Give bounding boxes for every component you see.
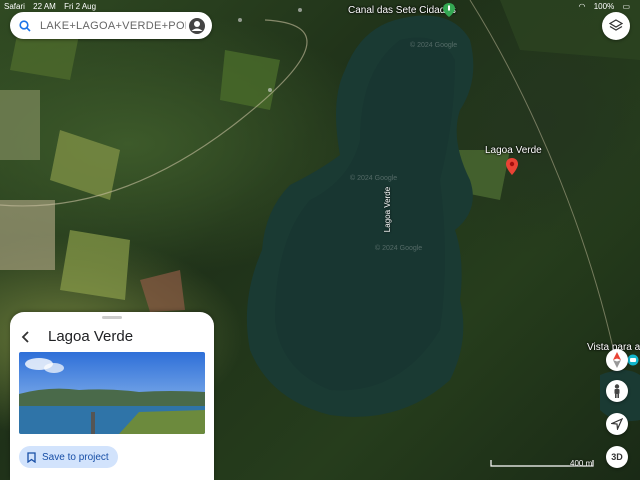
viewpoint-icon[interactable] xyxy=(627,354,639,366)
save-button-label: Save to project xyxy=(42,451,109,463)
status-bar: Safari 22 AM Fri 2 Aug ◠ 100% ▭ xyxy=(0,0,640,12)
my-location-button[interactable] xyxy=(606,413,628,435)
save-to-project-button[interactable]: Save to project xyxy=(19,446,118,468)
search-bar[interactable] xyxy=(10,12,212,39)
panel-title: Lagoa Verde xyxy=(48,328,134,345)
status-battery: 100% xyxy=(593,1,615,11)
lake-label: Lagoa Verde xyxy=(383,186,393,233)
search-input[interactable] xyxy=(38,18,188,33)
map-watermark: © 2024 Google xyxy=(410,42,458,49)
place-photo[interactable] xyxy=(19,352,205,434)
pegman-icon xyxy=(614,384,620,398)
search-icon[interactable] xyxy=(18,19,32,33)
wifi-icon: ◠ xyxy=(578,1,586,11)
compass-icon xyxy=(613,352,621,368)
account-icon[interactable] xyxy=(188,17,206,35)
poi-marker-icon[interactable] xyxy=(443,3,455,17)
place-panel[interactable]: Lagoa Verde Save to project xyxy=(10,312,214,480)
scale-label: 400 m xyxy=(570,459,593,468)
compass-button[interactable] xyxy=(606,349,628,371)
status-app: Safari xyxy=(4,1,25,11)
layers-icon xyxy=(609,19,623,31)
map-watermark: © 2024 Google xyxy=(375,245,423,252)
back-arrow-icon[interactable] xyxy=(18,329,34,345)
status-time: 22 AM xyxy=(33,1,56,11)
panel-drag-handle[interactable] xyxy=(102,316,122,319)
3d-toggle-button[interactable]: 3D xyxy=(606,446,628,468)
battery-icon: ▭ xyxy=(622,1,630,11)
layers-button[interactable] xyxy=(602,12,630,40)
poi-label-canal[interactable]: Canal das Sete Cidades xyxy=(348,5,456,16)
bookmark-icon xyxy=(27,451,36,463)
status-date: Fri 2 Aug xyxy=(64,1,97,11)
map-watermark: © 2024 Google xyxy=(350,175,398,182)
map-pin-icon[interactable] xyxy=(506,158,518,175)
pin-label[interactable]: Lagoa Verde xyxy=(485,145,542,156)
street-view-button[interactable] xyxy=(606,380,628,402)
my-location-icon xyxy=(611,418,623,430)
